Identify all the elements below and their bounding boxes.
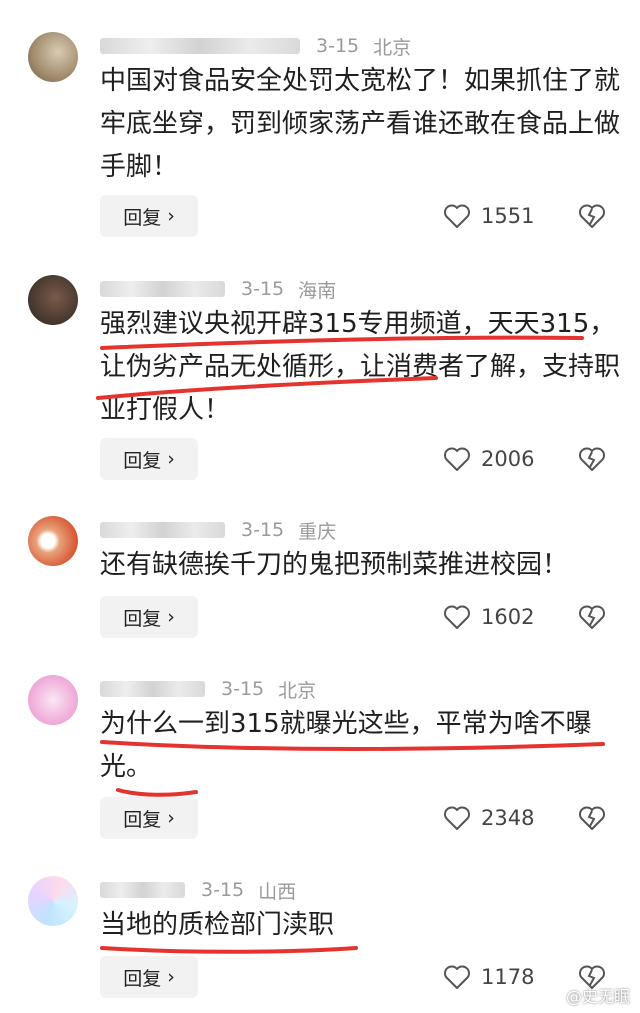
comment-date: 3-15 bbox=[241, 278, 285, 300]
comment-meta: 3-15 海南 bbox=[100, 275, 336, 303]
username-blurred[interactable] bbox=[100, 38, 300, 54]
comment-meta: 3-15 北京 bbox=[100, 675, 316, 703]
like-count: 2348 bbox=[481, 806, 535, 830]
dislike-button[interactable] bbox=[578, 596, 608, 638]
comment-meta: 3-15 重庆 bbox=[100, 516, 336, 544]
comment-text: 当地的质检部门渎职 bbox=[100, 910, 335, 940]
comment-date: 3-15 bbox=[201, 879, 245, 901]
like-count: 1178 bbox=[481, 965, 535, 989]
reply-button[interactable]: 回复 › bbox=[100, 438, 198, 480]
avatar[interactable] bbox=[28, 516, 78, 566]
reply-button[interactable]: 回复 › bbox=[100, 596, 198, 638]
comment-meta: 3-15 山西 bbox=[100, 876, 296, 904]
underline-comment-5 bbox=[100, 946, 358, 954]
heart-outline-icon bbox=[444, 605, 470, 629]
username-blurred[interactable] bbox=[100, 522, 225, 538]
comment-date: 3-15 bbox=[221, 678, 265, 700]
reply-label: 回复 bbox=[123, 206, 162, 229]
dislike-button[interactable] bbox=[578, 438, 608, 480]
like-button[interactable]: 2006 bbox=[443, 438, 534, 480]
chevron-right-icon: › bbox=[167, 205, 175, 227]
comment-text: 为什么一到315就曝光这些，平常为啥不曝光。 bbox=[100, 709, 592, 782]
broken-heart-icon bbox=[579, 806, 605, 830]
comment-location: 北京 bbox=[278, 679, 317, 702]
like-count: 2006 bbox=[481, 447, 535, 471]
heart-outline-icon bbox=[444, 965, 470, 989]
reply-button[interactable]: 回复 › bbox=[100, 195, 198, 237]
comment-date: 3-15 bbox=[316, 35, 360, 57]
username-blurred[interactable] bbox=[100, 281, 225, 297]
heart-outline-icon bbox=[444, 447, 470, 471]
reply-button[interactable]: 回复 › bbox=[100, 797, 198, 839]
broken-heart-icon bbox=[579, 605, 605, 629]
comment-location: 海南 bbox=[298, 279, 337, 302]
comment-text: 强烈建议央视开辟315专用频道，天天315，让伪劣产品无处循形，让消费者了解，支… bbox=[100, 309, 621, 425]
reply-button[interactable]: 回复 › bbox=[100, 956, 198, 998]
like-count: 1602 bbox=[481, 605, 535, 629]
username-blurred[interactable] bbox=[100, 882, 185, 898]
like-button[interactable]: 1551 bbox=[443, 195, 534, 237]
avatar[interactable] bbox=[28, 32, 78, 82]
comment-location: 山西 bbox=[258, 880, 297, 903]
watermark: @史无眠 bbox=[566, 983, 630, 1007]
like-button[interactable]: 2348 bbox=[443, 797, 534, 839]
like-button[interactable]: 1602 bbox=[443, 596, 534, 638]
dislike-button[interactable] bbox=[578, 195, 608, 237]
broken-heart-icon bbox=[579, 204, 605, 228]
chevron-right-icon: › bbox=[167, 606, 175, 628]
chevron-right-icon: › bbox=[167, 966, 175, 988]
reply-label: 回复 bbox=[123, 607, 162, 630]
comment-meta: 3-15 北京 bbox=[100, 32, 411, 60]
broken-heart-icon bbox=[579, 447, 605, 471]
comment-location: 重庆 bbox=[298, 520, 337, 543]
reply-label: 回复 bbox=[123, 967, 162, 990]
heart-outline-icon bbox=[444, 204, 470, 228]
chevron-right-icon: › bbox=[167, 807, 175, 829]
username-blurred[interactable] bbox=[100, 681, 205, 697]
avatar[interactable] bbox=[28, 675, 78, 725]
comment-text: 还有缺德挨千刀的鬼把预制菜推进校园！ bbox=[100, 550, 569, 580]
comment-location: 北京 bbox=[373, 36, 412, 59]
chevron-right-icon: › bbox=[167, 448, 175, 470]
underline-comment-4-line-2 bbox=[116, 788, 198, 797]
avatar[interactable] bbox=[28, 876, 78, 926]
comment-date: 3-15 bbox=[241, 519, 285, 541]
like-button[interactable]: 1178 bbox=[443, 956, 534, 998]
heart-outline-icon bbox=[444, 806, 470, 830]
watermark-text: @史无眠 bbox=[565, 987, 630, 1006]
like-count: 1551 bbox=[481, 204, 535, 228]
reply-label: 回复 bbox=[123, 449, 162, 472]
dislike-button[interactable] bbox=[578, 797, 608, 839]
avatar[interactable] bbox=[28, 275, 78, 325]
comment-text: 中国对食品安全处罚太宽松了！如果抓住了就牢底坐穿，罚到倾家荡产看谁还敢在食品上做… bbox=[100, 66, 621, 182]
reply-label: 回复 bbox=[123, 808, 162, 831]
